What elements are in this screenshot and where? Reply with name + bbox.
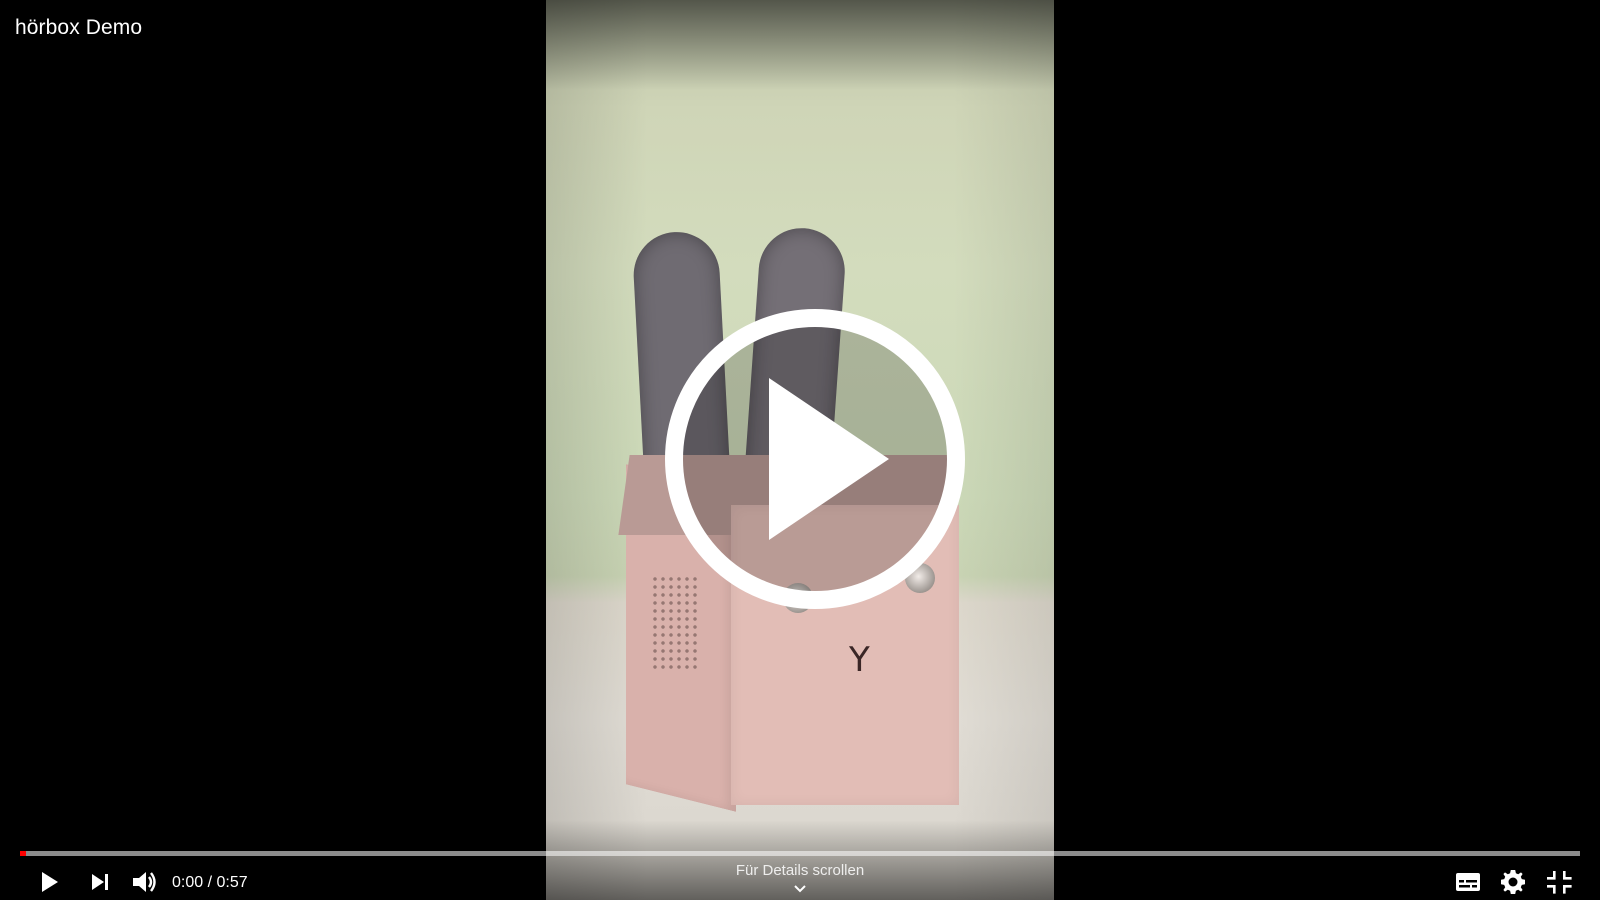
chevron-down-icon[interactable] (792, 882, 808, 896)
time-display: 0:00 / 0:57 (172, 874, 248, 892)
time-separator: / (203, 874, 217, 891)
video-player[interactable]: Y hörbox Demo 0:00 / 0:57 Für Details sc… (0, 0, 1600, 900)
mute-button[interactable] (128, 866, 160, 898)
box-nose: Y (849, 640, 870, 680)
duration: 0:57 (216, 874, 248, 891)
next-button[interactable] (84, 866, 116, 898)
progress-played (20, 851, 27, 856)
next-track-icon (92, 874, 108, 890)
current-time: 0:00 (172, 874, 204, 891)
settings-button[interactable] (1497, 866, 1529, 898)
video-title[interactable]: hörbox Demo (15, 16, 142, 40)
subtitles-button[interactable] (1452, 866, 1484, 898)
control-bar: 0:00 / 0:57 Für Details scrollen (0, 858, 1600, 900)
gear-icon (1501, 870, 1525, 894)
exit-fullscreen-icon (1547, 871, 1572, 894)
subtitles-icon (1456, 873, 1480, 891)
play-circle-icon[interactable] (664, 308, 966, 610)
exit-fullscreen-button[interactable] (1542, 866, 1574, 898)
scroll-hint[interactable]: Für Details scrollen (700, 862, 900, 879)
play-icon (42, 872, 58, 892)
play-button[interactable] (32, 866, 64, 898)
progress-bar[interactable] (20, 851, 1580, 856)
volume-icon (133, 872, 156, 892)
